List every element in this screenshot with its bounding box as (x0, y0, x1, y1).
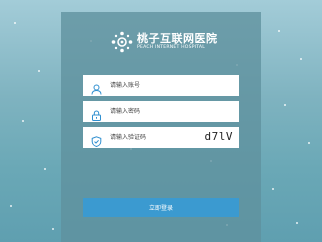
brand-name-en: PEACH INTERNET HOSPITAL (137, 45, 206, 50)
peach-hospital-logo-icon (111, 31, 133, 53)
captcha-input[interactable] (110, 129, 200, 146)
login-button[interactable]: 立即登录 (83, 198, 239, 217)
captcha-field[interactable]: d7lV (83, 127, 239, 148)
account-input[interactable] (110, 77, 200, 94)
password-field[interactable] (83, 101, 239, 122)
password-input[interactable] (110, 103, 200, 120)
lock-icon (91, 106, 102, 121)
account-field[interactable] (83, 75, 239, 96)
shield-check-icon (91, 132, 102, 148)
captcha-image[interactable]: d7lV (205, 130, 234, 143)
user-icon (91, 80, 102, 95)
brand-logo: 桃子互联网医院 PEACH INTERNET HOSPITAL (111, 30, 218, 54)
login-panel: 桃子互联网医院 PEACH INTERNET HOSPITAL 请输入账号 请输… (61, 12, 261, 242)
brand-name-cn: 桃子互联网医院 (137, 32, 218, 45)
